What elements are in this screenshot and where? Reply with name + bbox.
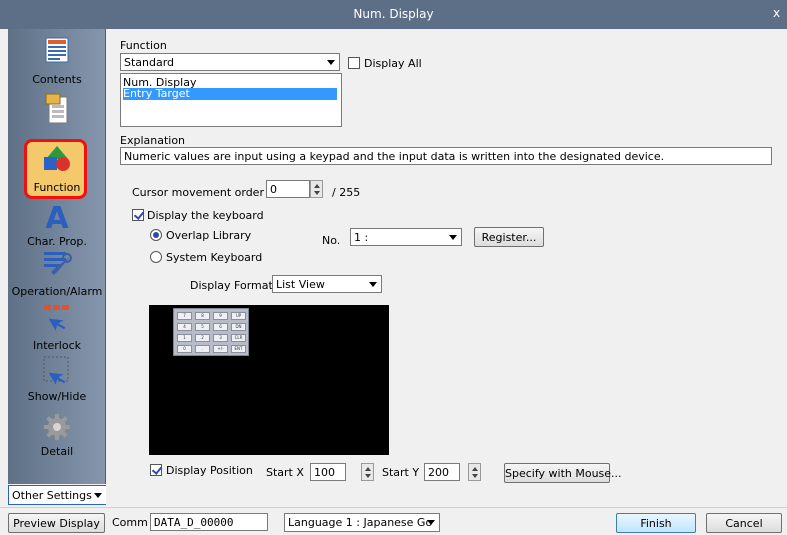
operation-alarm-icon: [44, 252, 72, 275]
display-position-checkbox[interactable]: [150, 464, 162, 476]
other-settings-label: Other Settings: [12, 489, 92, 502]
finish-button[interactable]: Finish: [616, 513, 696, 533]
interlock-icon: [44, 305, 69, 331]
specify-with-mouse-button[interactable]: Specify with Mouse...: [504, 463, 622, 483]
keypad-image: 7 8 9 UP 4 5 6 DN 1 2 3 CLR 0. +/- ENT: [173, 308, 249, 356]
preview-display-button[interactable]: Preview Display: [8, 513, 105, 533]
keypad-key: 2: [195, 334, 210, 342]
svg-text:A: A: [45, 201, 69, 231]
cursor-order-label: Cursor movement order: [132, 186, 264, 199]
chevron-down-icon: [369, 282, 377, 287]
keypad-key: 3: [213, 334, 228, 342]
sidebar-item-interlock[interactable]: Interlock: [8, 303, 106, 353]
keypad-key: UP: [231, 312, 246, 320]
keypad-key: ENT: [231, 345, 246, 353]
function-label: Function: [120, 39, 167, 52]
function-list: Num. Display Entry Target: [120, 73, 342, 127]
function-select-value: Standard: [124, 56, 175, 69]
sidebar-item-operation-alarm[interactable]: Operation/Alarm: [8, 249, 106, 299]
function-select[interactable]: Standard: [120, 53, 340, 71]
library-no-value: 1 :: [354, 231, 369, 244]
sidebar-item-show-hide[interactable]: Show/Hide: [8, 355, 106, 403]
keypad-key: .: [195, 345, 210, 353]
cursor-order-input[interactable]: 0: [266, 180, 310, 198]
function-icon: [44, 146, 70, 171]
sidebar-item-detail-label: Detail: [40, 445, 74, 458]
keypad-key: 5: [195, 323, 210, 331]
overlap-library-radio[interactable]: [150, 229, 162, 241]
chevron-down-icon: [94, 493, 102, 498]
sidebar-item-operation-alarm-label: Operation/Alarm: [11, 285, 103, 298]
explanation-text: Numeric values are input using a keypad …: [120, 147, 772, 165]
keypad-key: 1: [177, 334, 192, 342]
keypad-key: 7: [177, 312, 192, 320]
start-x-label: Start X: [266, 466, 304, 479]
cancel-button[interactable]: Cancel: [706, 513, 782, 533]
start-x-input[interactable]: 100: [310, 463, 346, 481]
sidebar: Contents Style Function A Char. Prop.: [8, 29, 106, 484]
sidebar-item-show-hide-label: Show/Hide: [27, 390, 87, 403]
keypad-key: CLR: [231, 334, 246, 342]
sidebar-item-detail[interactable]: Detail: [8, 413, 106, 461]
chevron-down-icon: [449, 235, 457, 240]
start-x-stepper[interactable]: [361, 463, 374, 481]
keypad-key: DN: [231, 323, 246, 331]
sidebar-item-char-prop-label: Char. Prop.: [27, 235, 87, 248]
keypad-key: +/-: [213, 345, 228, 353]
sidebar-item-contents-label: Contents: [32, 73, 82, 86]
sidebar-item-contents[interactable]: Contents: [8, 37, 106, 89]
sidebar-item-char-prop[interactable]: A Char. Prop.: [8, 201, 106, 249]
display-all-label: Display All: [364, 57, 422, 70]
keypad-key: 9: [213, 312, 228, 320]
display-position-label: Display Position: [166, 464, 253, 477]
display-format-label: Display Format: [190, 279, 273, 292]
keypad-key: 4: [177, 323, 192, 331]
list-item-entry-target[interactable]: Entry Target: [123, 88, 337, 100]
window-title: Num. Display: [353, 7, 434, 21]
comm-label: Comm: [112, 516, 148, 529]
show-hide-icon: [43, 356, 69, 385]
keypad-key: 0: [177, 345, 192, 353]
language-value: Language 1 : Japanese Go: [288, 516, 433, 529]
display-keyboard-label: Display the keyboard: [147, 209, 264, 222]
chevron-down-icon: [327, 60, 335, 65]
char-prop-icon: A: [45, 201, 69, 231]
display-keyboard-checkbox[interactable]: [132, 209, 144, 221]
display-all-checkbox[interactable]: [348, 57, 360, 69]
close-button[interactable]: x: [773, 6, 787, 20]
comm-input[interactable]: DATA_D_00000: [150, 513, 268, 531]
system-keyboard-radio[interactable]: [150, 251, 162, 263]
register-button[interactable]: Register...: [474, 227, 544, 247]
style-icon: [45, 93, 68, 124]
sidebar-item-function-label: Function: [33, 181, 81, 194]
start-y-input[interactable]: 200: [424, 463, 460, 481]
title-bar: Num. Display x: [0, 0, 787, 29]
display-format-select[interactable]: List View: [272, 275, 382, 293]
sidebar-item-interlock-label: Interlock: [32, 339, 82, 352]
cursor-order-max: / 255: [332, 186, 361, 199]
contents-icon: [45, 37, 69, 63]
library-no-label: No.: [322, 234, 341, 247]
start-y-label: Start Y: [382, 466, 420, 479]
keyboard-preview: 7 8 9 UP 4 5 6 DN 1 2 3 CLR 0. +/- ENT: [149, 305, 389, 455]
keypad-key: 6: [213, 323, 228, 331]
keypad-key: 8: [195, 312, 210, 320]
chevron-down-icon: [427, 520, 435, 525]
library-no-select[interactable]: 1 :: [350, 228, 462, 246]
other-settings-dropdown[interactable]: Other Settings: [8, 485, 108, 505]
display-format-value: List View: [276, 278, 325, 291]
start-y-stepper[interactable]: [468, 463, 481, 481]
system-keyboard-label: System Keyboard: [166, 251, 263, 264]
overlap-library-label: Overlap Library: [166, 229, 252, 242]
sidebar-item-function[interactable]: Function: [8, 143, 106, 199]
cursor-order-stepper[interactable]: [310, 180, 323, 198]
detail-icon: [44, 414, 70, 440]
explanation-label: Explanation: [120, 134, 186, 147]
language-select[interactable]: Language 1 : Japanese Go: [284, 513, 440, 532]
